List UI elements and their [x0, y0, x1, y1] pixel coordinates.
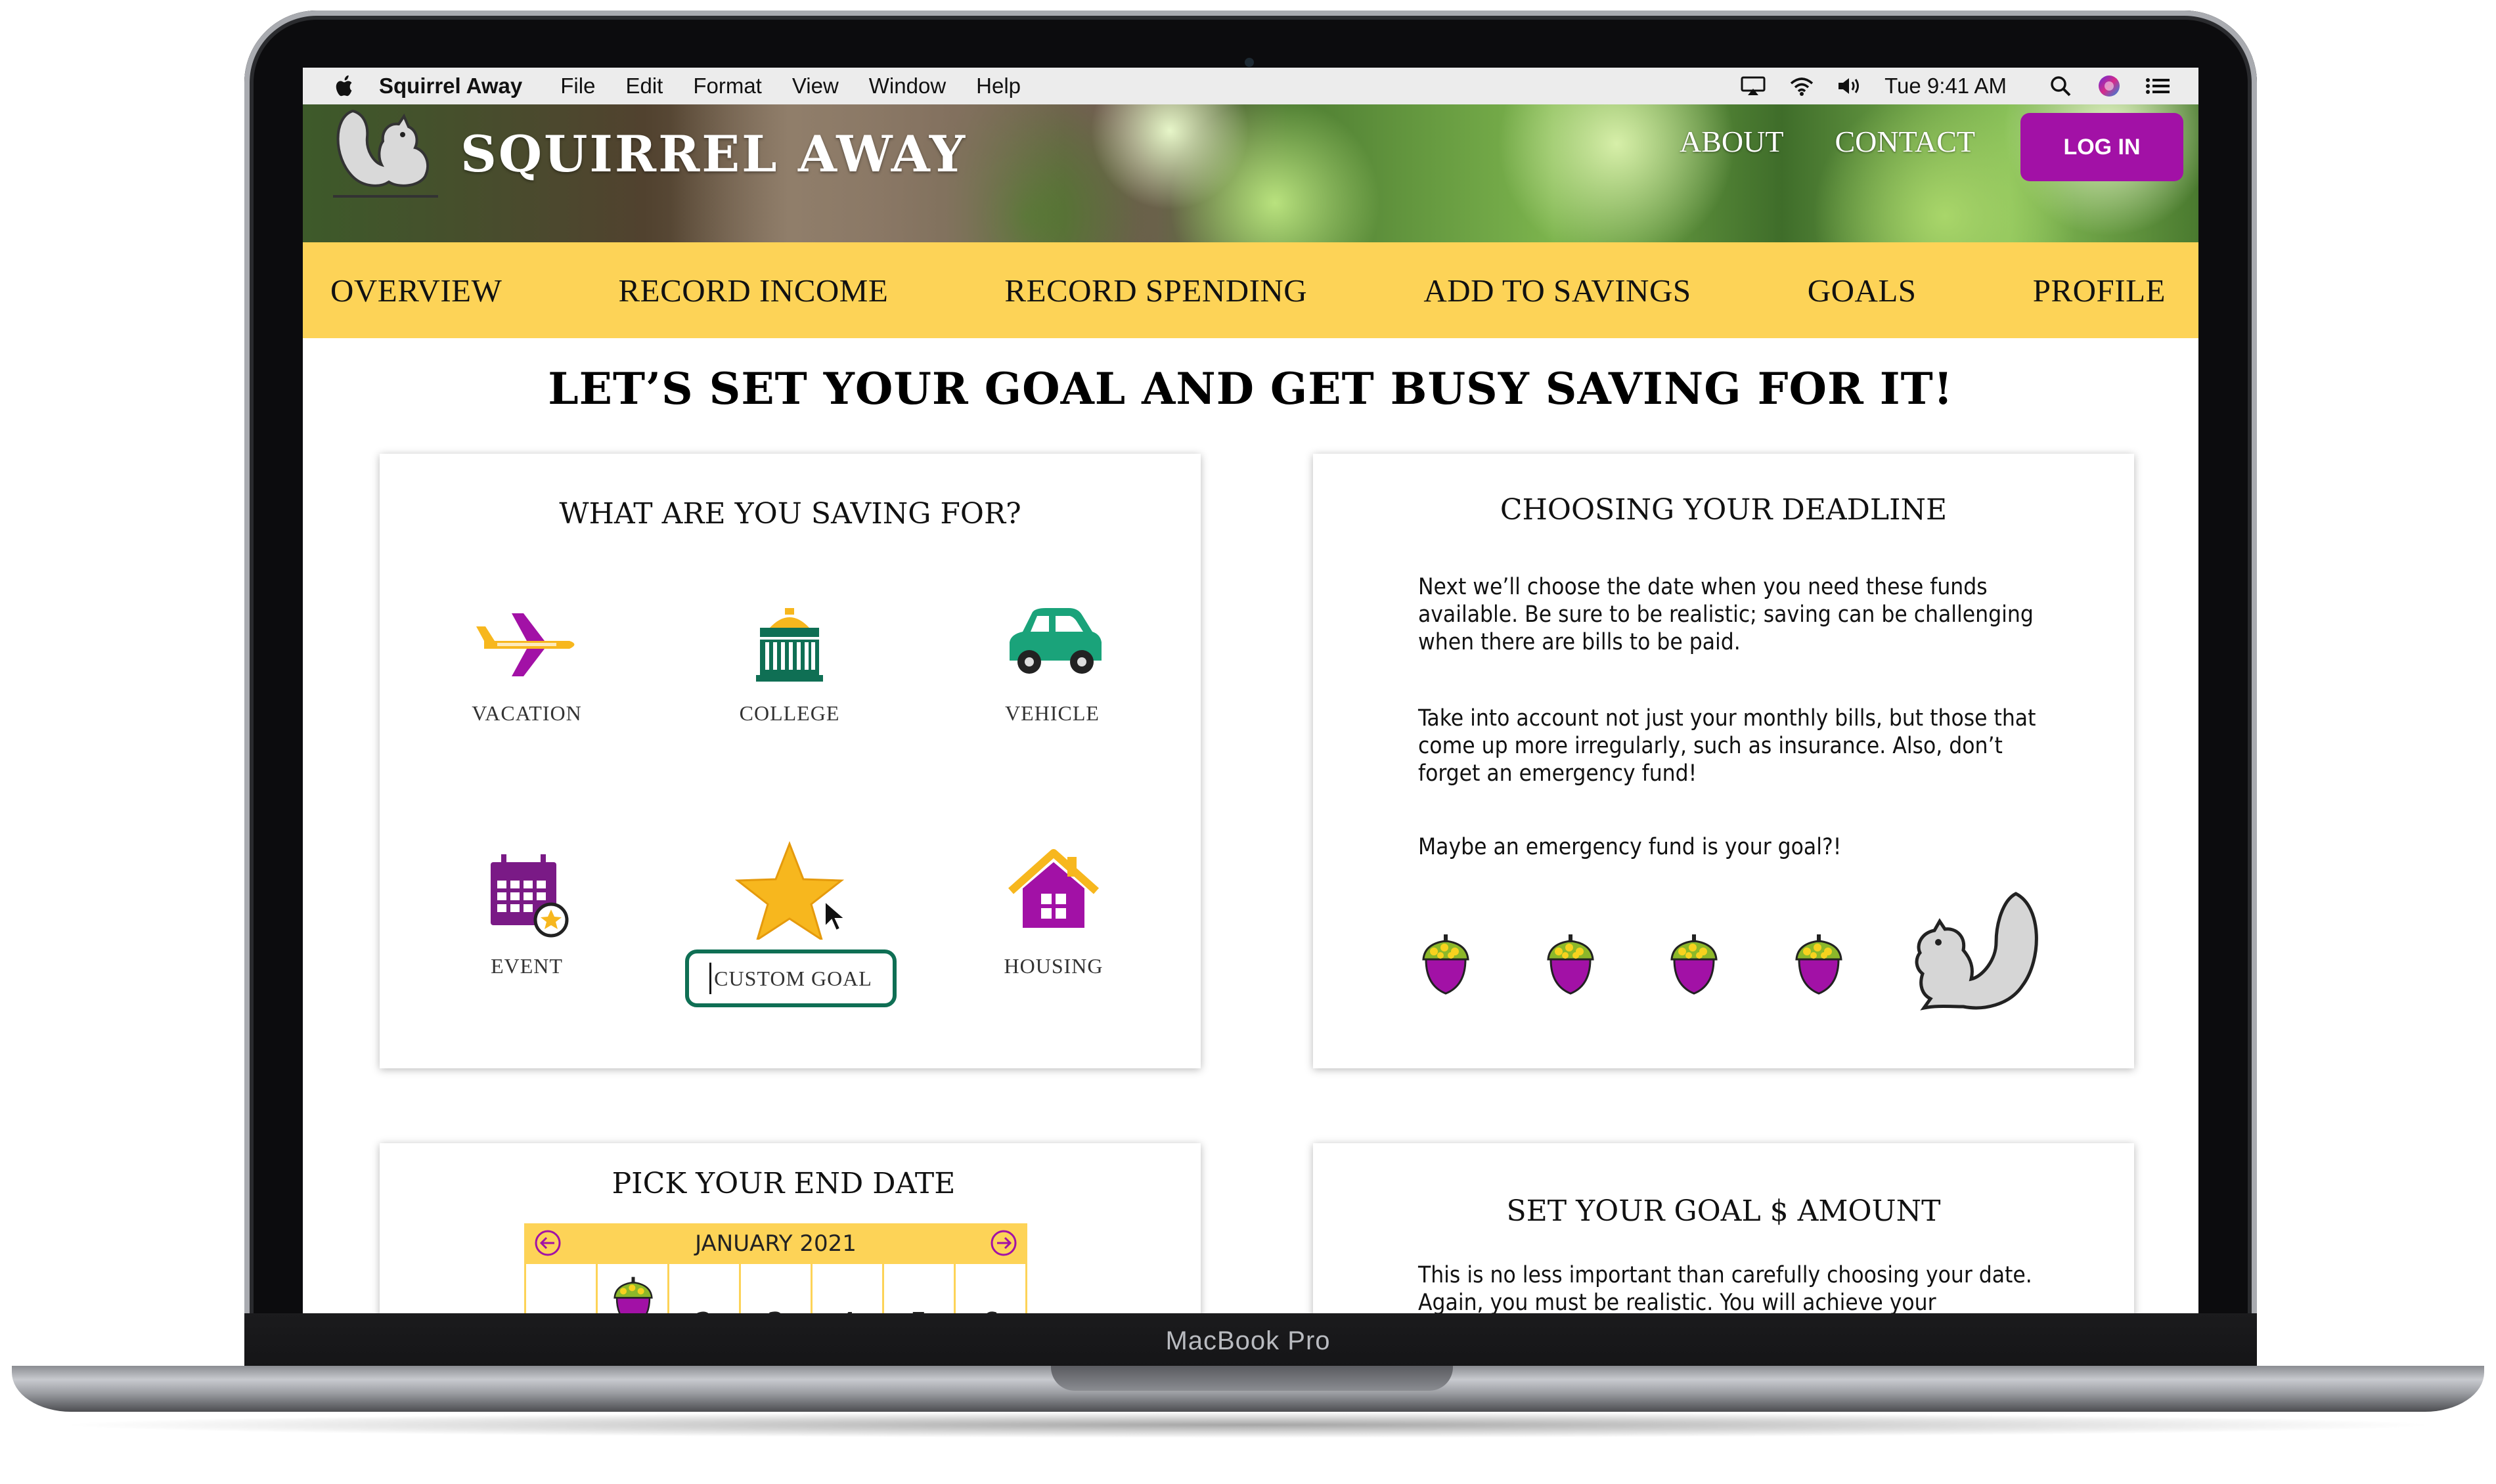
airplay-icon[interactable] [1739, 74, 1768, 98]
goal-amount-card-title: SET YOUR GOAL $ AMOUNT [1506, 1194, 1941, 1228]
deadline-paragraph-1: Next we’ll choose the date when you need… [1418, 574, 2034, 655]
acorn-icon [1422, 933, 1469, 995]
goal-label-vehicle: VEHICLE [1005, 701, 1100, 725]
device-brand: MacBook Pro [1165, 1326, 1331, 1355]
menu-file[interactable]: File [560, 74, 595, 98]
squirrel-icon [1915, 892, 2038, 1011]
text-caret [709, 963, 712, 994]
main-nav: OVERVIEW RECORD INCOME RECORD SPENDING A… [303, 242, 2198, 338]
nav-record-income[interactable]: RECORD INCOME [618, 272, 888, 309]
goal-label-event: EVENT [491, 954, 563, 978]
nav-profile[interactable]: PROFILE [2033, 272, 2166, 309]
screen: Squirrel Away File Edit Format View Wind… [303, 68, 2198, 1313]
calendar-next-icon[interactable] [989, 1229, 1018, 1257]
deadline-paragraph-3: Maybe an emergency fund is your goal?! [1418, 834, 1842, 860]
menu-window[interactable]: Window [869, 74, 946, 98]
goal-amount-paragraph: This is no less important than carefully… [1418, 1262, 2032, 1313]
college-building-icon [756, 608, 823, 682]
calendar-day[interactable]: 5 [884, 1264, 956, 1313]
calendar-header: JANUARY 2021 [524, 1223, 1027, 1264]
nav-overview[interactable]: OVERVIEW [330, 272, 502, 309]
calendar-event-icon [491, 854, 569, 938]
base-shadow [53, 1412, 2443, 1438]
menu-format[interactable]: Format [693, 74, 762, 98]
wifi-icon[interactable] [1787, 74, 1816, 98]
saving-for-card: WHAT ARE YOU SAVING FOR? VACATION COLLEG… [380, 454, 1201, 1068]
acorn-icon [1547, 933, 1594, 995]
acorn-icon [1670, 933, 1718, 995]
acorn-icon [1795, 933, 1842, 995]
menu-app-name[interactable]: Squirrel Away [379, 74, 522, 98]
spotlight-icon[interactable] [2046, 74, 2075, 98]
end-date-card-title: PICK YOUR END DATE [612, 1167, 956, 1200]
camera-dot [1245, 58, 1254, 67]
acorn-progress-row [1422, 892, 2038, 1011]
login-button[interactable]: LOG IN [2020, 113, 2183, 181]
mouse-pointer-icon [824, 900, 846, 932]
goal-label-custom: CUSTOM GOAL [714, 966, 872, 990]
goal-option-custom[interactable] [691, 841, 888, 940]
goal-option-vehicle[interactable]: VEHICLE [954, 601, 1151, 726]
saving-card-title: WHAT ARE YOU SAVING FOR? [559, 497, 1021, 531]
nav-add-to-savings[interactable]: ADD TO SAVINGS [1423, 272, 1691, 309]
nav-record-spending[interactable]: RECORD SPENDING [1004, 272, 1307, 309]
calendar-day[interactable]: 6 [956, 1264, 1027, 1313]
calendar-day[interactable]: 4 [813, 1264, 884, 1313]
deadline-card: CHOOSING YOUR DEADLINE Next we’ll choose… [1313, 454, 2134, 1068]
volume-icon[interactable] [1836, 74, 1865, 98]
squirrel-logo-icon [333, 109, 438, 198]
menu-bar: Squirrel Away File Edit Format View Wind… [303, 68, 2198, 104]
airplane-icon [476, 613, 575, 676]
car-icon [1010, 608, 1102, 674]
calendar-day-selected[interactable] [598, 1264, 669, 1313]
calendar-month: JANUARY 2021 [695, 1231, 857, 1257]
hero-banner: SQUIRREL AWAY ABOUT CONTACT LOG IN [303, 104, 2198, 242]
goal-option-college[interactable]: COLLEGE [691, 601, 888, 726]
calendar-day[interactable]: 2 [669, 1264, 741, 1313]
nav-goals[interactable]: GOALS [1808, 272, 1917, 309]
site-logo[interactable]: SQUIRREL AWAY [326, 104, 967, 203]
goal-label-vacation: VACATION [472, 701, 582, 725]
siri-icon[interactable] [2095, 74, 2124, 98]
notification-center-icon[interactable] [2143, 74, 2172, 98]
deadline-card-title: CHOOSING YOUR DEADLINE [1500, 493, 1948, 527]
house-icon [1008, 849, 1099, 928]
goal-option-event[interactable]: EVENT [428, 848, 625, 978]
page-title: LET’S SET YOUR GOAL AND GET BUSY SAVING … [548, 363, 1953, 414]
deadline-paragraph-2: Take into account not just your monthly … [1418, 705, 2036, 787]
goal-option-housing[interactable]: HOUSING [955, 848, 1152, 978]
calendar-prev-icon[interactable] [533, 1229, 562, 1257]
calendar-day [526, 1264, 598, 1313]
calendar-day[interactable]: 3 [741, 1264, 813, 1313]
end-date-card: PICK YOUR END DATE JANUARY 2021 2 [380, 1143, 1201, 1313]
menu-view[interactable]: View [792, 74, 839, 98]
goal-option-vacation[interactable]: VACATION [428, 601, 625, 726]
about-link[interactable]: ABOUT [1680, 124, 1783, 159]
calendar-grid: 2 3 4 5 6 [524, 1264, 1029, 1313]
laptop-notch [1051, 1366, 1453, 1391]
contact-link[interactable]: CONTACT [1835, 124, 1975, 159]
menu-help[interactable]: Help [976, 74, 1021, 98]
menu-clock[interactable]: Tue 9:41 AM [1884, 74, 2007, 98]
top-nav: ABOUT CONTACT [1680, 124, 1975, 159]
menu-edit[interactable]: Edit [625, 74, 663, 98]
goal-amount-card: SET YOUR GOAL $ AMOUNT This is no less i… [1313, 1143, 2134, 1313]
acorn-icon [613, 1277, 653, 1313]
apple-icon[interactable] [334, 74, 357, 98]
custom-goal-input[interactable]: CUSTOM GOAL [685, 949, 897, 1007]
logo-text: SQUIRREL AWAY [460, 124, 968, 183]
goal-label-housing: HOUSING [1004, 954, 1103, 978]
goal-label-college: COLLEGE [739, 701, 840, 725]
